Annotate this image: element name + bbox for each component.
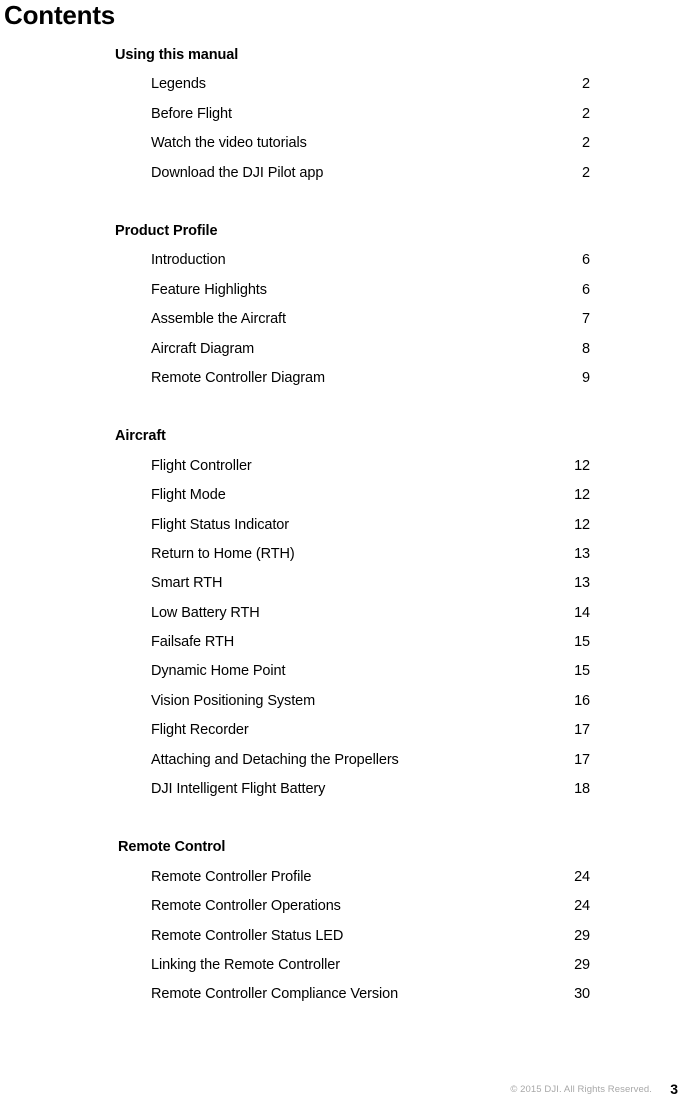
toc-entry-page-number: 2 [582, 105, 590, 122]
page-footer: © 2015 DJI. All Rights Reserved. 3 [0, 1081, 696, 1104]
toc-entry-label: Watch the video tutorials [151, 135, 307, 152]
toc-entry-label: Remote Controller Operations [151, 898, 341, 915]
toc-entry[interactable]: Aircraft Diagram 8 [0, 335, 696, 364]
toc-entry-label: Assemble the Aircraft [151, 311, 286, 328]
toc-entry-label: Download the DJI Pilot app [151, 164, 324, 181]
toc-entry-page-number: 13 [574, 575, 590, 592]
table-of-contents: Using this manual Legends 2 Before Flight 2 W… [0, 41, 696, 1010]
toc-entry-page-number: 29 [574, 957, 590, 973]
toc-section: Remote Control Remote Controller Profile 2… [0, 833, 696, 1009]
toc-entry-label: Linking the Remote Controller [151, 957, 340, 973]
toc-section: Using this manual Legends 2 Before Flight 2 W… [0, 41, 696, 188]
toc-entry[interactable]: Flight Mode 12 [0, 481, 696, 510]
toc-section-heading: Using this manual [115, 47, 239, 63]
toc-entry[interactable]: Before Flight 2 [0, 100, 696, 129]
toc-entry[interactable]: Low Battery RTH 14 [0, 599, 696, 628]
toc-entry[interactable]: Return to Home (RTH) 13 [0, 540, 696, 569]
toc-entry-label: Flight Status Indicator [151, 516, 289, 533]
toc-entry[interactable]: Flight Controller 12 [0, 452, 696, 481]
toc-entry[interactable]: Introduction 6 [0, 246, 696, 275]
toc-entry-page-number: 24 [574, 868, 590, 885]
toc-entry-page-number: 12 [574, 516, 590, 533]
toc-entry-page-number: 7 [582, 311, 590, 328]
toc-entry-page-number: 15 [574, 663, 590, 680]
toc-entry-label: Legends [151, 76, 206, 93]
toc-entry-label: Aircraft Diagram [151, 340, 255, 357]
toc-entry[interactable]: Download the DJI Pilot app 2 [0, 159, 696, 188]
toc-entry-label: Remote Controller Profile [151, 868, 312, 885]
toc-entry-page-number: 17 [574, 751, 590, 768]
toc-entry-label: Remote Controller Compliance Version [151, 986, 399, 1003]
toc-section-heading: Aircraft [115, 428, 166, 445]
toc-entry-page-number: 29 [574, 927, 590, 944]
toc-entry-page-number: 12 [574, 487, 590, 504]
toc-section: Aircraft Flight Controller 12 Flight Mode 12… [0, 422, 696, 804]
toc-entry-label: Low Battery RTH [151, 604, 260, 621]
toc-entry-label: Failsafe RTH [151, 634, 235, 651]
toc-entry-label: Smart RTH [151, 575, 223, 592]
toc-entry-page-number: 14 [574, 604, 590, 621]
toc-entry[interactable]: Attaching and Detaching the Propellers 17 [0, 746, 696, 775]
toc-entry-page-number: 2 [582, 76, 590, 93]
toc-entry[interactable]: Assemble the Aircraft 7 [0, 305, 696, 334]
toc-entry-page-number: 2 [582, 135, 590, 152]
toc-entry[interactable]: Legends 2 [0, 70, 696, 99]
copyright-notice: © 2015 DJI. All Rights Reserved. [510, 1084, 652, 1095]
toc-entry[interactable]: Flight Status Indicator 12 [0, 511, 696, 540]
toc-entry-page-number: 13 [574, 545, 590, 562]
toc-entry-label: Return to Home (RTH) [151, 545, 295, 562]
toc-entry-page-number: 30 [574, 986, 590, 1003]
toc-entry[interactable]: Remote Controller Diagram 9 [0, 364, 696, 393]
toc-entry[interactable]: DJI Intelligent Flight Battery 18 [0, 775, 696, 804]
toc-entry-label: Attaching and Detaching the Propellers [151, 751, 399, 768]
toc-entry-label: Dynamic Home Point [151, 663, 286, 680]
toc-entry[interactable]: Smart RTH 13 [0, 569, 696, 598]
toc-entry-label: Feature Highlights [151, 281, 267, 298]
toc-section-heading: Product Profile [115, 222, 218, 239]
toc-entry-page-number: 9 [582, 369, 590, 386]
toc-entry[interactable]: Remote Controller Profile 24 [0, 863, 696, 892]
toc-entry[interactable]: Feature Highlights 6 [0, 276, 696, 305]
toc-entry-page-number: 16 [574, 692, 590, 709]
toc-entry[interactable]: Linking the Remote Controller 29 [0, 951, 696, 980]
toc-entry[interactable]: Dynamic Home Point 15 [0, 657, 696, 686]
toc-entry-page-number: 6 [582, 252, 590, 269]
toc-entry-page-number: 12 [574, 457, 590, 474]
toc-entry-page-number: 2 [582, 164, 590, 181]
toc-entry-label: Remote Controller Status LED [151, 927, 344, 944]
toc-section: Product Profile Introduction 6 Feature High… [0, 217, 696, 393]
toc-entry-page-number: 8 [582, 340, 590, 357]
toc-entry[interactable]: Remote Controller Compliance Version 30 [0, 980, 696, 1009]
toc-entry-label: Vision Positioning System [151, 692, 316, 709]
toc-entry-page-number: 18 [574, 781, 590, 798]
toc-entry-label: Before Flight [151, 105, 232, 122]
toc-entry[interactable]: Watch the video tutorials 2 [0, 129, 696, 158]
toc-section-heading: Remote Control [118, 839, 226, 856]
toc-entry-label: Flight Controller [151, 457, 252, 474]
toc-entry-page-number: 24 [574, 898, 590, 915]
document-page: Contents Using this manual Legends 2 Before… [0, 0, 696, 1104]
page-title: Contents [4, 0, 116, 30]
toc-entry-page-number: 17 [574, 722, 590, 739]
toc-entry[interactable]: Remote Controller Status LED 29 [0, 922, 696, 951]
toc-entry-label: Flight Recorder [151, 722, 249, 739]
toc-entry[interactable]: Flight Recorder 17 [0, 716, 696, 745]
toc-entry[interactable]: Remote Controller Operations 24 [0, 892, 696, 921]
toc-entry-label: Flight Mode [151, 487, 226, 504]
toc-entry-label: DJI Intelligent Flight Battery [151, 781, 326, 798]
toc-entry-label: Introduction [151, 252, 226, 269]
toc-entry-label: Remote Controller Diagram [151, 369, 325, 386]
toc-entry-page-number: 15 [574, 634, 590, 651]
toc-entry-page-number: 6 [582, 281, 590, 298]
footer-page-number: 3 [670, 1081, 678, 1097]
toc-entry[interactable]: Vision Positioning System 16 [0, 687, 696, 716]
toc-entry[interactable]: Failsafe RTH 15 [0, 628, 696, 657]
